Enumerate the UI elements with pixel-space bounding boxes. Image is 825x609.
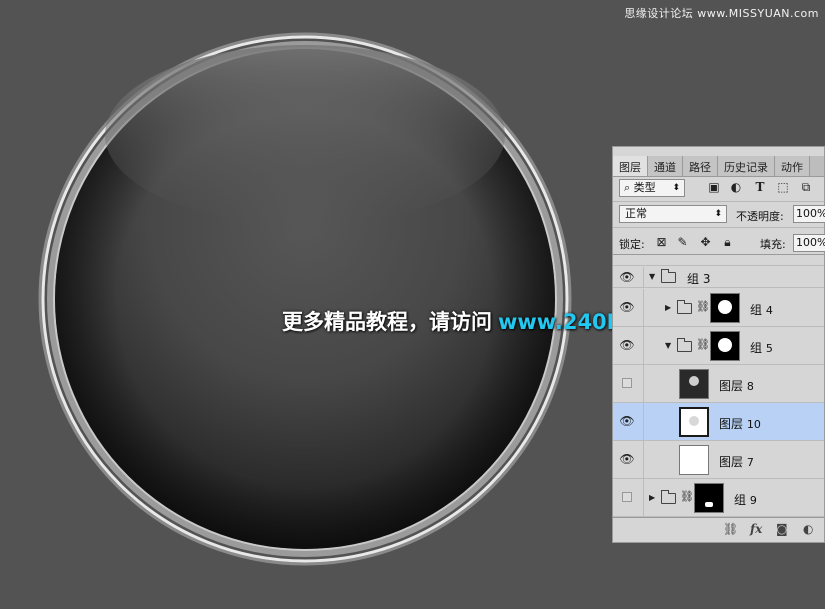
collapse-caret-icon[interactable]: ▶ [665, 303, 671, 312]
filter-row: ⌕ 类型 ⬍ ▣ ◐ T ⬚ ⧉ [613, 178, 824, 202]
tab-layers[interactable]: 图层 [613, 156, 648, 176]
shape-filter-icon[interactable]: ⬚ [776, 180, 790, 194]
blend-mode-value: 正常 [625, 207, 647, 220]
row-divider [643, 479, 644, 516]
collapse-caret-icon[interactable]: ▶ [649, 493, 655, 502]
type-filter-icon[interactable]: T [753, 180, 767, 194]
circle-top-highlight [105, 45, 505, 225]
layer-row-layer-10[interactable]: 👁︎ 图层 10 [613, 403, 824, 441]
layer-row-layer-8[interactable]: 图层 8 [613, 365, 824, 403]
chain-link-icon[interactable]: ⛓︎ [696, 300, 710, 313]
tab-actions[interactable]: 动作 [775, 156, 810, 176]
layer-mask-thumbnail[interactable] [694, 483, 724, 513]
layer-thumbnail[interactable] [679, 445, 709, 475]
lock-transparent-icon[interactable]: ⊠ [655, 235, 668, 249]
tab-channels[interactable]: 通道 [648, 156, 683, 176]
fx-icon[interactable]: fx [750, 522, 762, 536]
row-divider [643, 327, 644, 364]
folder-icon [677, 300, 692, 314]
smart-object-filter-icon[interactable]: ⧉ [799, 180, 813, 194]
mask-icon[interactable]: ◙ [776, 522, 788, 536]
eye-icon[interactable]: 👁︎ [619, 300, 635, 314]
chain-link-icon[interactable]: ⛓︎ [680, 490, 694, 503]
expand-caret-icon[interactable]: ▼ [649, 272, 655, 281]
row-divider [643, 403, 644, 440]
layers-panel: 图层 通道 路径 历史记录 动作 ⌕ 类型 ⬍ ▣ ◐ T ⬚ ⧉ 正常 ⬍ 不… [612, 146, 825, 543]
panel-bottom-bar: ⛓︎ fx ◙ ◐ [613, 517, 824, 542]
layer-row-layer-7[interactable]: 👁︎ 图层 7 [613, 441, 824, 479]
link-icon[interactable]: ⛓︎ [723, 522, 738, 536]
layer-thumbnail[interactable] [679, 369, 709, 399]
layer-row-group-4[interactable]: 👁︎ ▶ ⛓︎ 组 4 [613, 289, 824, 327]
folder-icon [661, 269, 676, 283]
eye-icon[interactable]: 👁︎ [619, 338, 635, 352]
layer-row-clipped[interactable] [613, 256, 824, 266]
layer-name: 组 5 [750, 341, 773, 355]
fill-label: 填充: [760, 238, 786, 251]
eye-icon[interactable]: 👁︎ [619, 270, 635, 284]
chain-link-icon[interactable]: ⛓︎ [696, 338, 710, 351]
layer-name: 图层 8 [719, 379, 754, 393]
tab-paths[interactable]: 路径 [683, 156, 718, 176]
dropdown-arrow-icon: ⬍ [672, 183, 680, 193]
layer-name: 组 4 [750, 303, 773, 317]
blend-row: 正常 ⬍ 不透明度: 100% [613, 204, 825, 228]
layer-mask-thumbnail[interactable] [710, 331, 740, 361]
layer-kind-select[interactable]: ⌕ 类型 ⬍ [619, 179, 685, 197]
folder-icon [661, 490, 676, 504]
visibility-toggle-empty[interactable] [622, 492, 632, 502]
kind-label: 类型 [633, 181, 656, 194]
folder-icon [677, 338, 692, 352]
visibility-toggle-empty[interactable] [622, 378, 632, 388]
adjustment-icon[interactable]: ◐ [803, 522, 813, 536]
lock-row: 锁定: ⊠ ✎ ✥ 🔒︎ 填充: 100% [613, 231, 825, 255]
layer-thumbnail[interactable] [679, 407, 709, 437]
layer-row-group-5[interactable]: 👁︎ ▼ ⛓︎ 组 5 [613, 327, 824, 365]
pixel-filter-icon[interactable]: ▣ [707, 180, 721, 194]
adjustment-filter-icon[interactable]: ◐ [729, 180, 743, 194]
search-icon: ⌕ [624, 181, 631, 194]
opacity-label: 不透明度: [736, 210, 784, 223]
row-divider [643, 365, 644, 402]
layer-name: 组 3 [687, 272, 711, 286]
layer-mask-thumbnail[interactable] [710, 293, 740, 323]
layers-list: 👁︎ ▼ 组 3 👁︎ ▶ ⛓︎ 组 4 👁︎ ▼ ⛓︎ 组 5 图层 8 👁︎… [613, 256, 824, 517]
layer-name: 组 9 [734, 493, 757, 507]
row-divider [643, 267, 644, 287]
panel-tabs: 图层 通道 路径 历史记录 动作 [613, 156, 824, 177]
expand-caret-icon[interactable]: ▼ [665, 341, 671, 350]
lock-all-icon[interactable]: 🔒︎ [721, 235, 734, 249]
layer-row-group-9[interactable]: ▶ ⛓︎ 组 9 [613, 479, 824, 517]
dropdown-arrow-icon: ⬍ [714, 209, 722, 219]
layer-row-group-3[interactable]: 👁︎ ▼ 组 3 [613, 267, 824, 288]
layer-name: 图层 10 [719, 417, 761, 431]
fill-field[interactable]: 100% [793, 234, 825, 252]
lock-label: 锁定: [619, 238, 645, 251]
row-divider [643, 289, 644, 326]
lock-move-icon[interactable]: ✥ [699, 235, 712, 249]
eye-icon[interactable]: 👁︎ [619, 414, 635, 428]
blend-mode-select[interactable]: 正常 ⬍ [619, 205, 727, 223]
tab-history[interactable]: 历史记录 [718, 156, 775, 176]
overlay-text-cn: 更多精品教程，请访问 [282, 310, 492, 334]
eye-icon[interactable]: 👁︎ [619, 452, 635, 466]
row-divider [643, 441, 644, 478]
lock-brush-icon[interactable]: ✎ [676, 235, 689, 249]
opacity-field[interactable]: 100% [793, 205, 825, 223]
layer-name: 图层 7 [719, 455, 754, 469]
